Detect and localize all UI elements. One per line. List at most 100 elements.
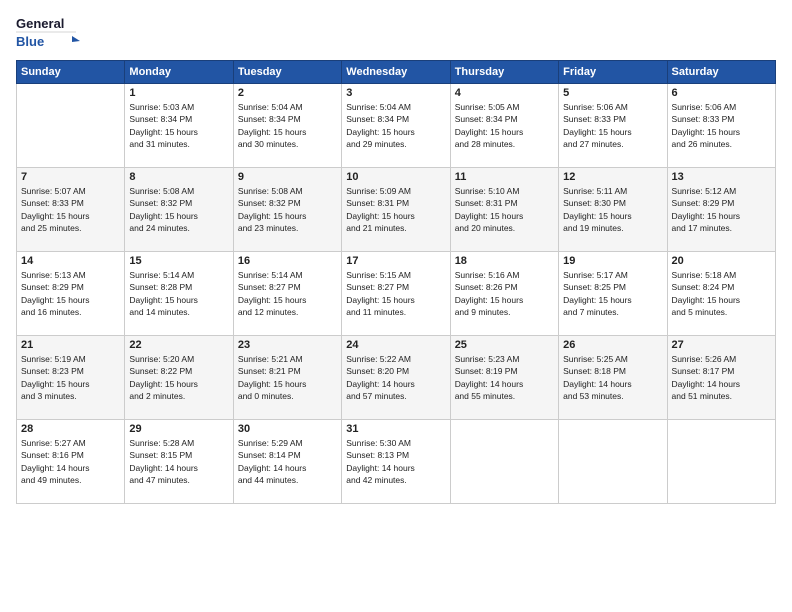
day-number: 31: [346, 423, 445, 435]
day-info: Sunrise: 5:08 AM Sunset: 8:32 PM Dayligh…: [129, 185, 228, 234]
day-cell: 29 Sunrise: 5:28 AM Sunset: 8:15 PM Dayli…: [125, 420, 233, 504]
week-row-3: 14 Sunrise: 5:13 AM Sunset: 8:29 PM Dayli…: [17, 252, 776, 336]
day-info: Sunrise: 5:04 AM Sunset: 8:34 PM Dayligh…: [238, 101, 337, 150]
day-info: Sunrise: 5:27 AM Sunset: 8:16 PM Dayligh…: [21, 437, 120, 486]
day-info: Sunrise: 5:29 AM Sunset: 8:14 PM Dayligh…: [238, 437, 337, 486]
day-cell: 25 Sunrise: 5:23 AM Sunset: 8:19 PM Dayli…: [450, 336, 558, 420]
header-cell-monday: Monday: [125, 61, 233, 84]
day-cell: 30Sunrise: 5:29 AM Sunset: 8:14 PM Dayli…: [233, 420, 341, 504]
day-number: 1: [129, 87, 228, 99]
day-cell: 8 Sunrise: 5:08 AM Sunset: 8:32 PM Daylig…: [125, 168, 233, 252]
day-cell: 13 Sunrise: 5:12 AM Sunset: 8:29 PM Dayli…: [667, 168, 775, 252]
day-number: 23: [238, 339, 337, 351]
day-number: 26: [563, 339, 662, 351]
day-number: 10: [346, 171, 445, 183]
day-number: 29: [129, 423, 228, 435]
day-number: 2: [238, 87, 337, 99]
day-number: 21: [21, 339, 120, 351]
day-info: Sunrise: 5:19 AM Sunset: 8:23 PM Dayligh…: [21, 353, 120, 402]
day-info: Sunrise: 5:08 AM Sunset: 8:32 PM Dayligh…: [238, 185, 337, 234]
svg-text:Blue: Blue: [16, 34, 44, 49]
day-number: 24: [346, 339, 445, 351]
day-number: 18: [455, 255, 554, 267]
day-number: 17: [346, 255, 445, 267]
day-number: 4: [455, 87, 554, 99]
day-info: Sunrise: 5:23 AM Sunset: 8:19 PM Dayligh…: [455, 353, 554, 402]
day-cell: [559, 420, 667, 504]
day-info: Sunrise: 5:22 AM Sunset: 8:20 PM Dayligh…: [346, 353, 445, 402]
day-cell: 22 Sunrise: 5:20 AM Sunset: 8:22 PM Dayli…: [125, 336, 233, 420]
day-info: Sunrise: 5:06 AM Sunset: 8:33 PM Dayligh…: [563, 101, 662, 150]
day-info: Sunrise: 5:18 AM Sunset: 8:24 PM Dayligh…: [672, 269, 771, 318]
day-number: 13: [672, 171, 771, 183]
day-cell: 5 Sunrise: 5:06 AM Sunset: 8:33 PM Daylig…: [559, 84, 667, 168]
day-number: 19: [563, 255, 662, 267]
day-number: 6: [672, 87, 771, 99]
day-cell: 16 Sunrise: 5:14 AM Sunset: 8:27 PM Dayli…: [233, 252, 341, 336]
day-info: Sunrise: 5:12 AM Sunset: 8:29 PM Dayligh…: [672, 185, 771, 234]
day-cell: 6 Sunrise: 5:06 AM Sunset: 8:33 PM Daylig…: [667, 84, 775, 168]
day-info: Sunrise: 5:28 AM Sunset: 8:15 PM Dayligh…: [129, 437, 228, 486]
day-cell: 26Sunrise: 5:25 AM Sunset: 8:18 PM Dayli…: [559, 336, 667, 420]
header-cell-tuesday: Tuesday: [233, 61, 341, 84]
day-cell: [667, 420, 775, 504]
week-row-4: 21 Sunrise: 5:19 AM Sunset: 8:23 PM Dayli…: [17, 336, 776, 420]
day-info: Sunrise: 5:17 AM Sunset: 8:25 PM Dayligh…: [563, 269, 662, 318]
day-cell: 27Sunrise: 5:26 AM Sunset: 8:17 PM Dayli…: [667, 336, 775, 420]
day-info: Sunrise: 5:04 AM Sunset: 8:34 PM Dayligh…: [346, 101, 445, 150]
day-cell: 19 Sunrise: 5:17 AM Sunset: 8:25 PM Dayli…: [559, 252, 667, 336]
day-cell: 31Sunrise: 5:30 AM Sunset: 8:13 PM Dayli…: [342, 420, 450, 504]
day-info: Sunrise: 5:14 AM Sunset: 8:27 PM Dayligh…: [238, 269, 337, 318]
day-cell: 20 Sunrise: 5:18 AM Sunset: 8:24 PM Dayli…: [667, 252, 775, 336]
day-number: 14: [21, 255, 120, 267]
day-info: Sunrise: 5:06 AM Sunset: 8:33 PM Dayligh…: [672, 101, 771, 150]
day-cell: 14 Sunrise: 5:13 AM Sunset: 8:29 PM Dayli…: [17, 252, 125, 336]
day-info: Sunrise: 5:05 AM Sunset: 8:34 PM Dayligh…: [455, 101, 554, 150]
day-number: 7: [21, 171, 120, 183]
header-cell-wednesday: Wednesday: [342, 61, 450, 84]
day-cell: 11 Sunrise: 5:10 AM Sunset: 8:31 PM Dayli…: [450, 168, 558, 252]
week-row-2: 7Sunrise: 5:07 AM Sunset: 8:33 PM Daylig…: [17, 168, 776, 252]
day-info: Sunrise: 5:10 AM Sunset: 8:31 PM Dayligh…: [455, 185, 554, 234]
header-row: SundayMondayTuesdayWednesdayThursdayFrid…: [17, 61, 776, 84]
day-number: 5: [563, 87, 662, 99]
header-cell-sunday: Sunday: [17, 61, 125, 84]
day-info: Sunrise: 5:20 AM Sunset: 8:22 PM Dayligh…: [129, 353, 228, 402]
header-cell-saturday: Saturday: [667, 61, 775, 84]
day-number: 3: [346, 87, 445, 99]
day-cell: 24 Sunrise: 5:22 AM Sunset: 8:20 PM Dayli…: [342, 336, 450, 420]
day-cell: 18 Sunrise: 5:16 AM Sunset: 8:26 PM Dayli…: [450, 252, 558, 336]
calendar-page: General Blue SundayMondayTuesdayWednesda…: [0, 0, 792, 612]
day-number: 11: [455, 171, 554, 183]
header-cell-thursday: Thursday: [450, 61, 558, 84]
day-number: 25: [455, 339, 554, 351]
day-info: Sunrise: 5:09 AM Sunset: 8:31 PM Dayligh…: [346, 185, 445, 234]
day-cell: 17 Sunrise: 5:15 AM Sunset: 8:27 PM Dayli…: [342, 252, 450, 336]
day-info: Sunrise: 5:16 AM Sunset: 8:26 PM Dayligh…: [455, 269, 554, 318]
day-number: 20: [672, 255, 771, 267]
day-cell: 21 Sunrise: 5:19 AM Sunset: 8:23 PM Dayli…: [17, 336, 125, 420]
day-number: 28: [21, 423, 120, 435]
header: General Blue: [16, 12, 776, 52]
day-cell: 12Sunrise: 5:11 AM Sunset: 8:30 PM Dayli…: [559, 168, 667, 252]
day-cell: 1Sunrise: 5:03 AM Sunset: 8:34 PM Daylig…: [125, 84, 233, 168]
header-cell-friday: Friday: [559, 61, 667, 84]
day-info: Sunrise: 5:14 AM Sunset: 8:28 PM Dayligh…: [129, 269, 228, 318]
week-row-1: 1Sunrise: 5:03 AM Sunset: 8:34 PM Daylig…: [17, 84, 776, 168]
day-number: 8: [129, 171, 228, 183]
day-cell: 7Sunrise: 5:07 AM Sunset: 8:33 PM Daylig…: [17, 168, 125, 252]
day-cell: 10 Sunrise: 5:09 AM Sunset: 8:31 PM Dayli…: [342, 168, 450, 252]
day-number: 22: [129, 339, 228, 351]
logo-icon: General Blue: [16, 12, 86, 52]
day-cell: [17, 84, 125, 168]
calendar-table: SundayMondayTuesdayWednesdayThursdayFrid…: [16, 60, 776, 504]
day-number: 16: [238, 255, 337, 267]
day-info: Sunrise: 5:13 AM Sunset: 8:29 PM Dayligh…: [21, 269, 120, 318]
svg-text:General: General: [16, 16, 64, 31]
day-number: 15: [129, 255, 228, 267]
day-cell: 23Sunrise: 5:21 AM Sunset: 8:21 PM Dayli…: [233, 336, 341, 420]
day-cell: 4 Sunrise: 5:05 AM Sunset: 8:34 PM Daylig…: [450, 84, 558, 168]
day-cell: 9Sunrise: 5:08 AM Sunset: 8:32 PM Daylig…: [233, 168, 341, 252]
week-row-5: 28 Sunrise: 5:27 AM Sunset: 8:16 PM Dayli…: [17, 420, 776, 504]
day-info: Sunrise: 5:15 AM Sunset: 8:27 PM Dayligh…: [346, 269, 445, 318]
